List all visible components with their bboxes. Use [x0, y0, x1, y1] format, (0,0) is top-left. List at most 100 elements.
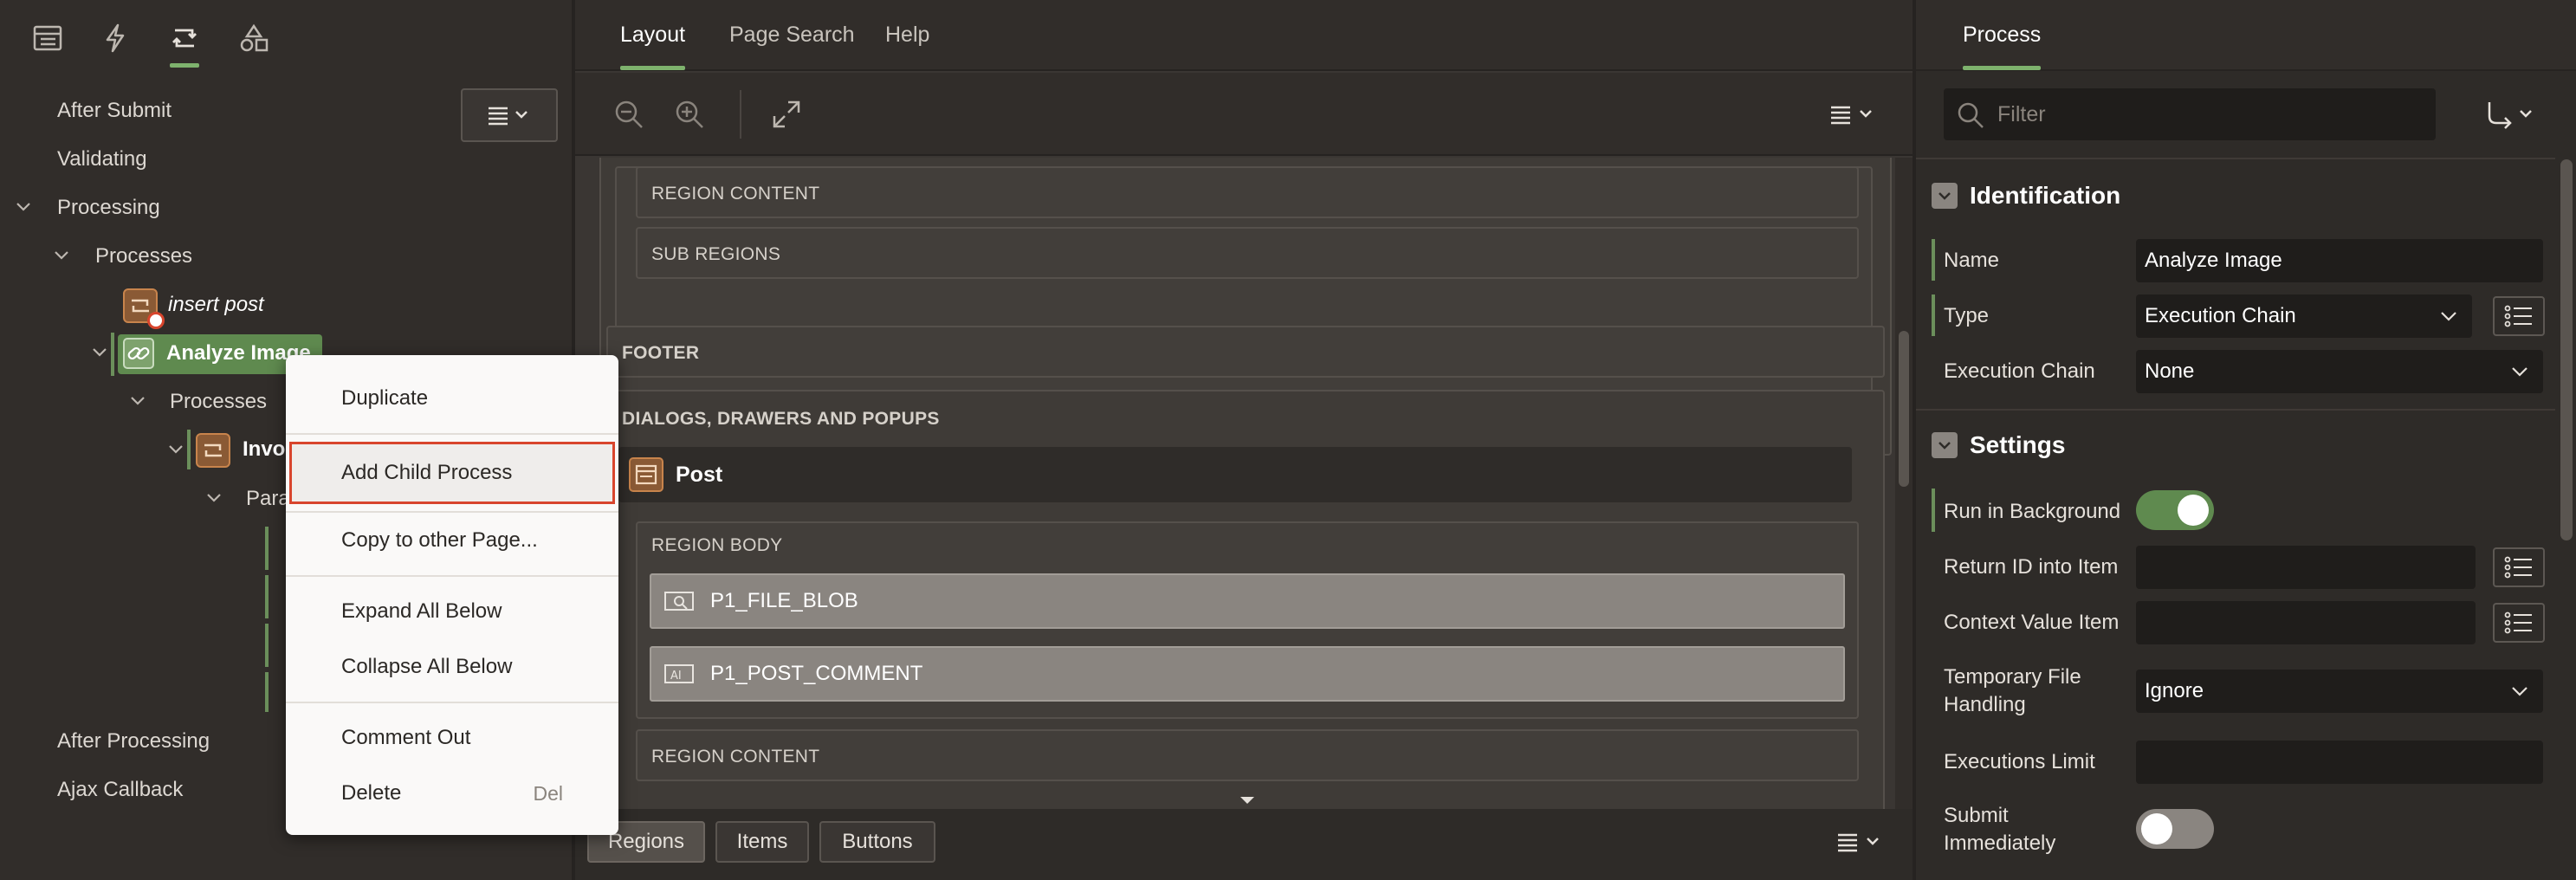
- context-value-list-button[interactable]: [2493, 603, 2545, 643]
- search-icon: [1958, 102, 1984, 128]
- filter-input[interactable]: Filter: [1944, 88, 2436, 140]
- tab-process[interactable]: Process: [1963, 23, 2042, 70]
- tab-buttons[interactable]: Buttons: [819, 821, 935, 863]
- modified-indicator: [1932, 489, 1935, 532]
- process-icon: [196, 433, 230, 468]
- return-id-field[interactable]: [2136, 546, 2476, 589]
- processing-tab-icon[interactable]: [163, 17, 206, 68]
- tree-node-validating[interactable]: Validating: [57, 138, 147, 181]
- property-scrollbar-thumb[interactable]: [2560, 159, 2573, 540]
- tab-items[interactable]: Items: [715, 821, 809, 863]
- menu-item-expand-all-below[interactable]: Expand All Below: [286, 587, 618, 636]
- tree-menu-button[interactable]: [461, 88, 558, 142]
- tree-guide-line: [265, 672, 269, 712]
- tree-node-processes[interactable]: Processes: [95, 235, 192, 278]
- executions-limit-field[interactable]: [2136, 741, 2543, 784]
- type-select[interactable]: Execution Chain: [2136, 294, 2472, 338]
- divider: [1916, 409, 2555, 411]
- selection-indicator: [111, 333, 114, 376]
- chevron-down-icon[interactable]: [166, 440, 185, 459]
- section-settings[interactable]: Settings: [1932, 428, 2065, 463]
- submit-immediately-toggle[interactable]: [2136, 809, 2214, 849]
- tab-layout[interactable]: Layout: [620, 23, 686, 70]
- type-list-button[interactable]: [2493, 296, 2545, 336]
- zoom-out-icon[interactable]: [613, 99, 644, 130]
- property-editor: Process Filter Identification Name Analy…: [1916, 0, 2576, 880]
- tree-node-processing[interactable]: Processing: [57, 186, 160, 230]
- chevron-down-icon[interactable]: [128, 391, 147, 411]
- layout-canvas: REGION CONTENT SUB REGIONS FOOTER DIALOG…: [575, 158, 1892, 809]
- dynamic-actions-tab-icon[interactable]: [94, 17, 137, 59]
- tree-guide-line: [187, 430, 191, 469]
- page-item-file-blob[interactable]: P1_FILE_BLOB: [650, 573, 1845, 629]
- menu-item-copy-to-other-page[interactable]: Copy to other Page...: [286, 516, 618, 565]
- menu-lines-icon: [489, 107, 527, 126]
- region-content-slot: REGION CONTENT: [636, 729, 1859, 781]
- menu-lines-icon[interactable]: [1829, 104, 1880, 125]
- menu-separator: [286, 575, 618, 577]
- toolbar-divider: [740, 90, 741, 139]
- name-field[interactable]: Analyze Image: [2136, 239, 2543, 282]
- chevron-down-icon: [2512, 367, 2527, 377]
- canvas-scrollbar[interactable]: [1895, 158, 1913, 809]
- chevron-down-icon: [2441, 312, 2456, 321]
- menu-item-delete[interactable]: Delete Del: [286, 769, 618, 818]
- menu-lines-icon[interactable]: [1836, 831, 1887, 852]
- toggle-knob: [2141, 813, 2172, 844]
- section-identification[interactable]: Identification: [1932, 178, 2120, 213]
- tree-guide-line: [265, 575, 269, 618]
- menu-item-add-child-process[interactable]: Add Child Process: [289, 442, 615, 504]
- delete-shortcut: Del: [533, 781, 563, 805]
- tree-node-parameters[interactable]: Para: [246, 477, 290, 521]
- chevron-down-icon[interactable]: [14, 197, 33, 217]
- tree-guide-line: [265, 624, 269, 667]
- go-to-group-icon[interactable]: [2484, 99, 2536, 130]
- post-region-header[interactable]: Post: [618, 447, 1852, 502]
- modified-indicator: [1932, 239, 1935, 281]
- tree-guide-line: [265, 527, 269, 570]
- collapse-chevron-icon: [1932, 183, 1958, 209]
- tab-help[interactable]: Help: [885, 23, 929, 48]
- menu-item-collapse-all-below[interactable]: Collapse All Below: [286, 643, 618, 691]
- svg-text:AI: AI: [670, 670, 682, 683]
- page-item-post-comment[interactable]: AI P1_POST_COMMENT: [650, 646, 1845, 702]
- scroll-down-caret-icon[interactable]: [1239, 795, 1256, 806]
- tree-node-insert-post[interactable]: insert post: [168, 283, 264, 327]
- menu-item-comment-out[interactable]: Comment Out: [286, 714, 618, 762]
- menu-item-duplicate[interactable]: Duplicate: [286, 374, 618, 423]
- tree-node-child-processes[interactable]: Processes: [170, 380, 267, 424]
- modified-indicator: [1932, 294, 1935, 336]
- context-value-field[interactable]: [2136, 601, 2476, 644]
- tree-node-after-processing[interactable]: After Processing: [57, 720, 210, 763]
- sub-regions-slot: SUB REGIONS: [636, 227, 1859, 279]
- shared-components-tab-icon[interactable]: [232, 17, 275, 59]
- region-icon: [629, 457, 663, 492]
- chain-icon: [123, 338, 154, 369]
- tree-node-after-submit[interactable]: After Submit: [57, 89, 172, 133]
- chevron-down-icon[interactable]: [90, 343, 109, 362]
- layout-panel: Layout Page Search Help REGION CONTENT S…: [572, 0, 1916, 880]
- temp-file-handling-select[interactable]: Ignore: [2136, 670, 2543, 713]
- list-icon: [2504, 611, 2532, 634]
- zoom-in-icon[interactable]: [674, 99, 705, 130]
- footer-slot: FOOTER: [606, 326, 1885, 378]
- chevron-down-icon: [2512, 687, 2527, 696]
- tree-node-invoke[interactable]: Invo: [243, 428, 285, 471]
- collapse-chevron-icon: [1932, 432, 1958, 458]
- scrollbar-thumb[interactable]: [1899, 331, 1909, 487]
- chevron-down-icon[interactable]: [204, 489, 223, 508]
- expand-icon[interactable]: [771, 99, 802, 130]
- chevron-down-icon[interactable]: [52, 246, 71, 265]
- tree-node-ajax-callback[interactable]: Ajax Callback: [57, 768, 183, 812]
- divider: [1916, 158, 2555, 159]
- text-field-icon: AI: [664, 664, 694, 683]
- context-menu: Duplicate Add Child Process Copy to othe…: [286, 355, 618, 835]
- rendering-tab-icon[interactable]: [26, 17, 69, 59]
- file-browse-icon: [664, 592, 694, 611]
- run-in-background-toggle[interactable]: [2136, 490, 2214, 530]
- list-icon: [2504, 305, 2532, 327]
- menu-separator: [286, 702, 618, 703]
- tab-page-search[interactable]: Page Search: [729, 23, 855, 48]
- return-id-list-button[interactable]: [2493, 547, 2545, 587]
- execution-chain-select[interactable]: None: [2136, 350, 2543, 393]
